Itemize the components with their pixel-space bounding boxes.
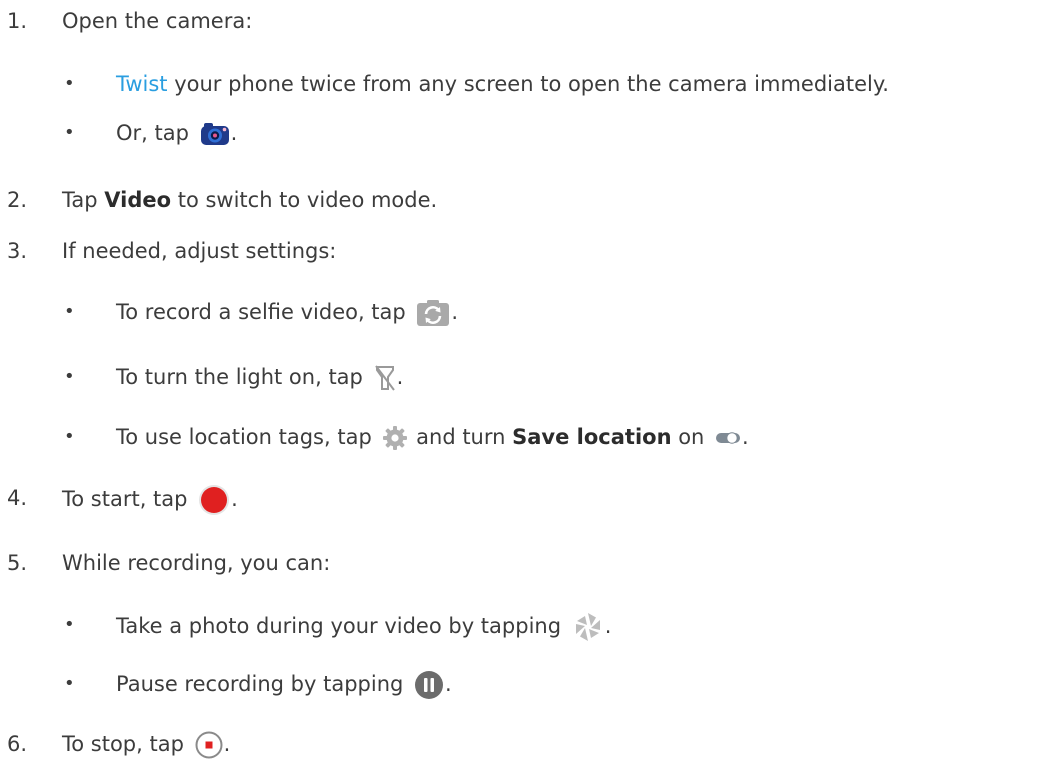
step-number: 2. [7, 188, 28, 212]
toggle-switch-icon [715, 431, 741, 445]
step-number: 6. [7, 732, 28, 756]
save-location-label: Save location [512, 425, 672, 449]
bullet-text: Pause recording by tapping [116, 672, 411, 696]
bullet-text: To use location tags, tap [116, 425, 379, 449]
bullet: • [64, 366, 75, 387]
bullet: • [64, 673, 75, 694]
bullet: • [64, 122, 75, 143]
bullet-text: To turn the light on, tap [116, 365, 370, 389]
bullet-text: Or, tap [116, 121, 196, 145]
twist-link[interactable]: Twist [116, 72, 168, 96]
step-text: If needed, adjust settings: [62, 239, 337, 263]
shutter-icon [572, 611, 604, 643]
gear-icon [382, 425, 408, 451]
bullet-text: Take a photo during your video by tappin… [116, 614, 568, 638]
bullet: • [64, 614, 75, 635]
step-text: Open the camera: [62, 9, 253, 33]
step-text: While recording, you can: [62, 551, 331, 575]
step-number: 3. [7, 239, 28, 263]
step-number: 5. [7, 551, 28, 575]
step-number: 4. [7, 486, 28, 510]
pause-icon [414, 670, 444, 700]
bullet-text: your phone twice from any screen to open… [167, 72, 889, 96]
bullet: • [64, 73, 75, 94]
video-mode-label: Video [104, 188, 172, 212]
bullet: • [64, 301, 75, 322]
camera-app-icon [200, 122, 230, 146]
bullet: • [64, 426, 75, 447]
switch-camera-icon [416, 299, 450, 327]
record-icon [198, 484, 230, 516]
step-number: 1. [7, 9, 28, 33]
stop-icon [195, 731, 223, 759]
bullet-text: To record a selfie video, tap [116, 300, 413, 324]
flash-off-icon [374, 365, 396, 391]
